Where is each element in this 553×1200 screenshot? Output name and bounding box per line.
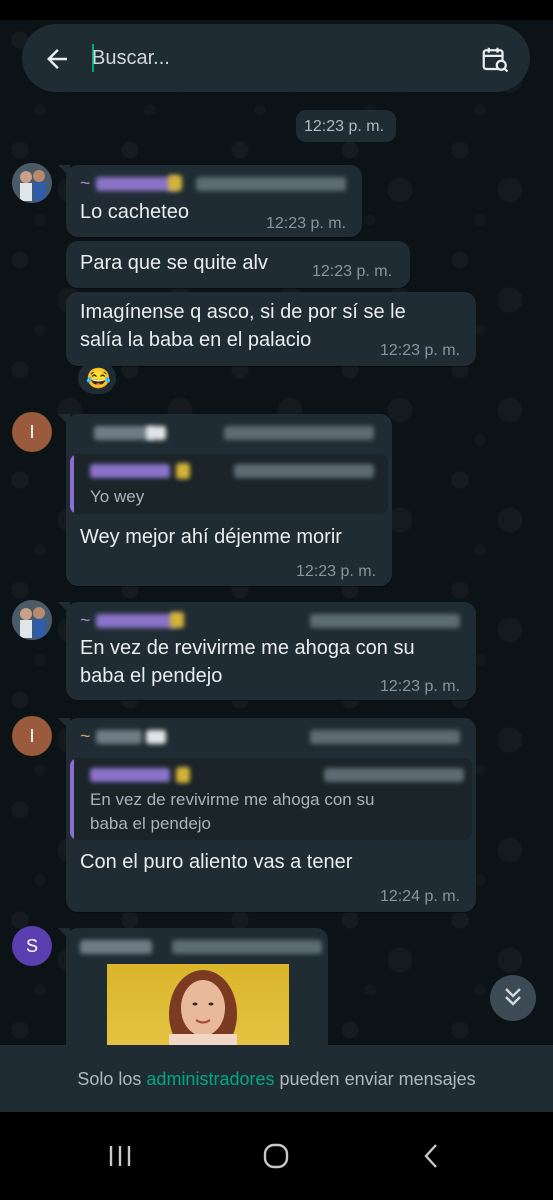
recent-apps-icon[interactable] (98, 1134, 142, 1178)
redacted-number (224, 426, 374, 440)
avatar-letter: I (29, 421, 35, 442)
redacted-quote-number (324, 768, 464, 782)
avatar-photo-icon (12, 600, 52, 640)
image-thumbnail[interactable] (107, 964, 289, 1045)
quoted-text: Yo wey (90, 487, 145, 506)
message-text-line-1: En vez de revivirme me ahoga con su (80, 637, 415, 659)
sender-prefix: ~ (80, 726, 91, 746)
message-bubble[interactable]: Imagínense q asco, si de por sí se le sa… (66, 292, 476, 366)
calendar-search-icon[interactable] (480, 44, 510, 74)
message-text-line-2: salía la baba en el palacio (80, 329, 312, 351)
redacted-number (196, 177, 346, 191)
redacted-name (80, 940, 152, 954)
quote-bar (70, 758, 74, 840)
avatar[interactable]: I (12, 412, 52, 452)
redacted-number (310, 730, 460, 744)
reaction-emoji: 😂 (86, 368, 111, 390)
footer-suffix: pueden enviar mensajes (279, 1069, 476, 1089)
sender-name: ~ (80, 726, 91, 748)
scroll-to-bottom-button[interactable] (490, 975, 536, 1021)
status-bar (0, 0, 553, 20)
redacted-name (168, 175, 182, 191)
redacted-quote-name (176, 463, 190, 479)
avatar-photo-icon (12, 163, 52, 203)
redacted-name (146, 730, 166, 744)
message-bubble[interactable]: Para que se quite alv 12:23 p. m. (66, 241, 410, 288)
quoted-text-line-1: En vez de revivirme me ahoga con su (90, 790, 375, 809)
redacted-quote-name (90, 768, 170, 782)
quoted-text-line-2: baba el pendejo (90, 814, 212, 833)
quote-bar (70, 454, 74, 514)
message-bubble[interactable]: ~ Lo cacheteo 12:23 p. m. (66, 165, 362, 237)
back-arrow-icon[interactable] (42, 44, 72, 74)
message-bubble[interactable]: Yo wey Wey mejor ahí déjenme morir 12:23… (66, 414, 392, 586)
message-time: 12:23 p. m. (312, 263, 393, 280)
quoted-message[interactable]: En vez de revivirme me ahoga con su baba… (70, 758, 472, 840)
redacted-quote-name (176, 767, 190, 783)
message-text: Lo cacheteo (80, 201, 189, 223)
sender-prefix: ~ (80, 173, 91, 193)
message-time: 12:24 p. m. (380, 888, 461, 905)
back-icon[interactable] (410, 1134, 454, 1178)
message-text-line-2: baba el pendejo (80, 665, 223, 687)
message-bubble[interactable]: ~ En vez de revivirme me ahoga con su ba… (66, 602, 476, 700)
avatar[interactable] (12, 600, 52, 640)
redacted-quote-number (234, 464, 374, 478)
time-divider-label: 12:23 p. m. (304, 118, 385, 135)
redacted-number (172, 940, 322, 954)
avatar[interactable]: I (12, 716, 52, 756)
redacted-name (96, 614, 176, 628)
footer-prefix: Solo los (77, 1069, 142, 1089)
avatar-letter: S (25, 935, 38, 956)
sender-prefix: ~ (80, 610, 91, 630)
message-text: Para que se quite alv (80, 252, 268, 274)
quoted-message[interactable]: Yo wey (70, 454, 388, 514)
redacted-name (170, 612, 184, 628)
search-bar (22, 24, 530, 92)
admins-link[interactable]: administradores (146, 1069, 274, 1089)
redacted-quote-name (90, 464, 170, 478)
sender-name: ~ (80, 610, 91, 632)
message-text: Con el puro aliento vas a tener (80, 851, 353, 873)
admin-only-footer: Solo los administradores pueden enviar m… (0, 1045, 553, 1112)
redacted-name (96, 177, 178, 191)
redacted-name (96, 730, 142, 744)
message-time: 12:23 p. m. (266, 215, 347, 232)
admin-only-notice: Solo los administradores pueden enviar m… (0, 1069, 553, 1090)
avatar[interactable]: S (12, 926, 52, 966)
message-time: 12:23 p. m. (380, 342, 461, 359)
avatar[interactable] (12, 163, 52, 203)
sender-name: ~ (80, 173, 91, 195)
double-chevron-down-icon (505, 988, 521, 1006)
redacted-name (94, 426, 154, 440)
reaction-badge[interactable]: 😂 (78, 362, 116, 394)
message-text-line-1: Imagínense q asco, si de por sí se le (80, 301, 406, 323)
redacted-number (310, 614, 460, 628)
system-nav-bar (0, 1112, 553, 1200)
message-time: 12:23 p. m. (296, 563, 377, 580)
avatar-letter: I (29, 725, 35, 746)
message-text: Wey mejor ahí déjenme morir (80, 526, 342, 548)
home-icon[interactable] (254, 1134, 298, 1178)
redacted-name (146, 426, 166, 440)
message-time: 12:23 p. m. (380, 678, 461, 695)
time-divider: 12:23 p. m. (296, 110, 396, 142)
portrait-image (169, 970, 237, 1045)
search-input[interactable] (92, 42, 462, 74)
message-bubble[interactable]: ~ En vez de revivirme me ahoga con su ba… (66, 718, 476, 912)
